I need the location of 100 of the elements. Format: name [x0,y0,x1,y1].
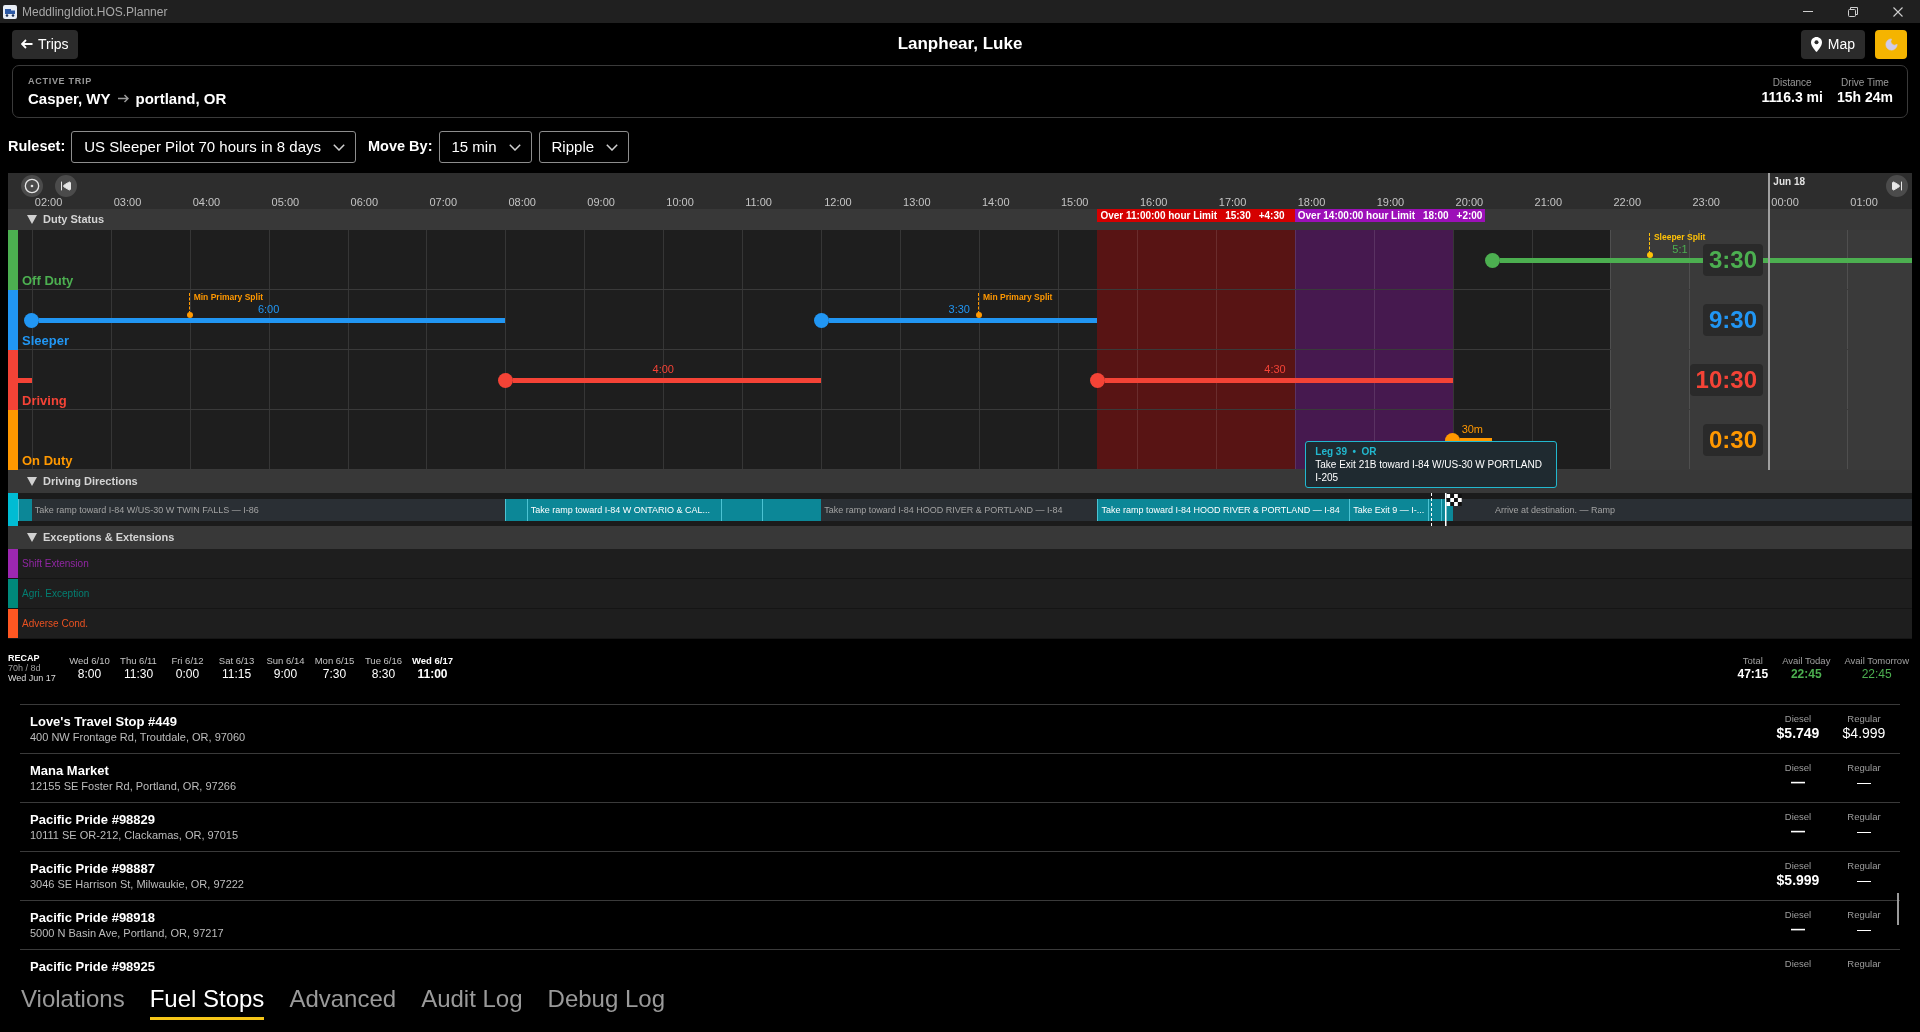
back-button[interactable]: Trips [12,29,78,59]
move-by-dropdown[interactable]: 15 min [438,131,532,163]
lane-color-strip [8,493,18,526]
recenter-button[interactable] [21,175,43,197]
recap-date: Wed Jun 17 [8,672,57,683]
price-label: Regular [1847,860,1881,872]
tab[interactable]: Advanced [289,984,397,1020]
ruleset-dropdown[interactable]: US Sleeper Pilot 70 hours in 8 days [71,131,357,163]
price-label: Regular [1847,762,1881,774]
axis-tick-label: 13:00 [903,197,931,208]
recap-day: Wed 6/10 [69,654,110,667]
status-total: 10:30 [1689,364,1763,396]
caret-down-icon[interactable] [27,477,37,486]
section-title: Exceptions & Extensions [43,531,175,544]
violation-time: 15:30 [1225,209,1251,222]
lane-label: Driving [22,393,67,408]
violation-title: Over 14:00:00 hour Limit [1297,209,1415,222]
recap-cycle: 70h / 8d [8,662,42,673]
price-label: Diesel [1784,860,1812,872]
axis-tick-label: 14:00 [982,197,1010,208]
tab[interactable]: Fuel Stops [149,984,265,1020]
status-total: 0:30 [1702,424,1763,456]
tab[interactable]: Debug Log [547,984,665,1020]
lane-label: Sleeper [22,333,69,348]
chevron-down-icon [333,143,346,151]
axis-tick-label: 07:00 [429,197,457,208]
price-label: Diesel [1784,713,1812,725]
price-label: Diesel [1784,762,1812,774]
duration-label: 3:30 [948,304,970,315]
moon-icon [1883,36,1899,52]
caret-down-icon[interactable] [27,533,37,542]
fuel-stop-name: Mana Market [30,762,110,779]
fuel-stop-address: 5000 N Basin Ave, Portland, OR, 97217 [30,926,224,941]
axis-tick-label: 18:00 [1297,197,1326,208]
marker-label: Sleeper Split [1653,232,1706,242]
duration-label: 4:00 [652,364,674,375]
recap-total-label: Avail Tomorrow [1844,654,1909,667]
tab[interactable]: Audit Log [421,984,523,1020]
fuel-stop-address: 3046 SE Harrison St, Milwaukie, OR, 97222 [30,877,244,892]
recap-total-label: Avail Today [1782,654,1831,667]
violation-excess: +2:00 [1456,209,1483,222]
recap-day: Wed 6/17 [412,654,453,667]
fuel-stop-name: Pacific Pride #98829 [30,811,157,828]
recap-total-label: Total [1742,654,1763,667]
axis-tick-label: 08:00 [508,197,536,208]
recap-hours: 11:00 [417,666,448,681]
axis-tick-label: 22:00 [1613,197,1641,208]
price-label: Diesel [1784,811,1812,823]
tooltip-title: Leg 39 • OR [1315,445,1378,458]
close-icon [1892,6,1903,17]
fuel-stop-address: 12155 SE Foster Rd, Portland, OR, 97266 [30,779,237,794]
exception-label: Agri. Exception [22,587,90,600]
trip-stat-value: 1116.3 mi [1761,89,1823,106]
chevron-down-icon [508,143,521,151]
trip-stat-label: Distance [1772,77,1812,89]
map-button[interactable]: Map [1800,29,1865,59]
recap-hours: 0:00 [175,666,200,681]
app-logo-icon [3,4,17,19]
caret-down-icon[interactable] [27,215,37,224]
axis-tick-label: 11:00 [745,197,772,208]
duration-label: 5:1 [1672,244,1688,255]
direction-leg[interactable]: Take ramp toward I-84 HOOD RIVER & PORTLAND — I-84 [1097,499,1350,521]
price-value: $5.749 [1776,725,1820,742]
direction-leg[interactable]: Take Exit 9 — I-... [1349,499,1429,521]
skip-end-button[interactable] [1886,175,1908,197]
date-label: Jun 18 [1773,177,1805,187]
price-value: — [1857,921,1871,938]
duration-label: 30m [1461,424,1484,435]
axis-tick-label: 16:00 [1139,197,1168,208]
direction-text: Take ramp toward I-84 W/US-30 W TWIN FALLS — I-86 [34,504,259,517]
recap-hours: 8:00 [77,666,102,681]
price-value: $5.999 [1776,872,1820,889]
tab[interactable]: Violations [21,984,125,1020]
section-header[interactable]: Duty Status Over 11:00:00 hour Limit 15:30 +4:30 Over 14:00:00 hour Limit 18:00 +2:00 [8,209,1912,230]
axis-tick-label: 04:00 [192,197,221,208]
direction-text: Arrive at destination. — Ramp [1495,504,1616,517]
mode-dropdown[interactable]: Ripple [538,131,630,163]
skip-start-button[interactable] [55,175,77,197]
section-title: Duty Status [43,213,105,226]
section-header[interactable]: Exceptions & Extensions [8,526,1912,549]
back-arrow-icon [21,39,33,49]
price-label: Regular [1847,958,1881,970]
trip-stat-value: 15h 24m [1836,89,1893,106]
axis-tick-label: 02:00 [34,197,63,208]
status-total: 3:30 [1702,244,1763,276]
price-label: Regular [1847,713,1881,725]
recap-day: Fri 6/12 [171,654,204,667]
recap-day: Sat 6/13 [218,654,255,667]
fuel-stop-name: Pacific Pride #98918 [30,909,157,926]
axis-tick-label: 10:00 [666,197,694,208]
axis-tick-label: 12:00 [824,197,852,208]
exception-label: Adverse Cond. [22,617,89,630]
direction-leg[interactable]: Take ramp toward I-84 W ONTARIO & CAL... [526,499,721,521]
scrollbar-thumb[interactable] [1897,893,1899,925]
violation-title: Over 11:00:00 hour Limit [1100,209,1218,222]
price-label: Regular [1847,909,1881,921]
axis-tick-label: 23:00 [1692,197,1720,208]
price-label: Regular [1847,811,1881,823]
theme-toggle-button[interactable] [1875,29,1907,59]
move-by-label: Move By: [368,137,433,157]
